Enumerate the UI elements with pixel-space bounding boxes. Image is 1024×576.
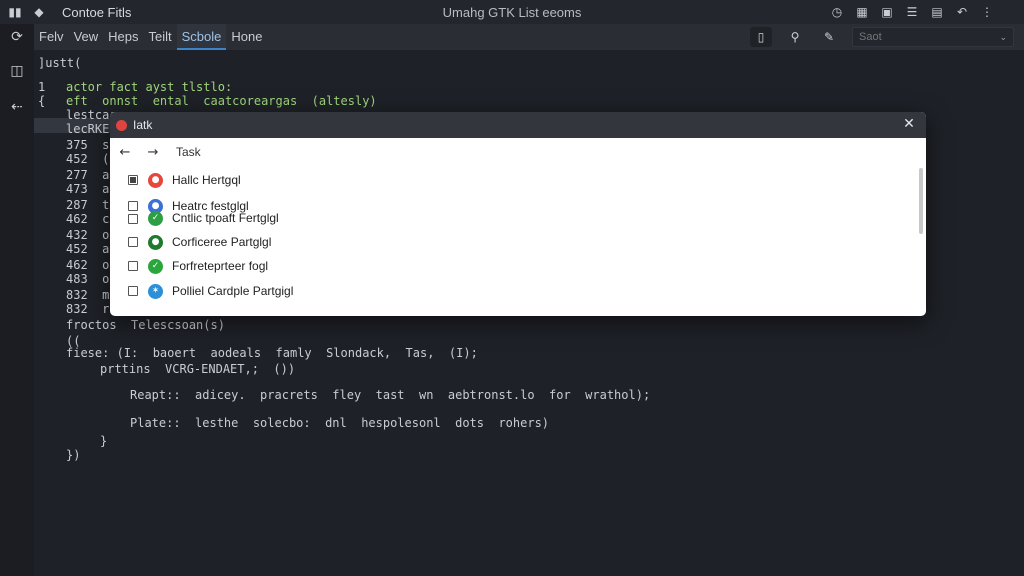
task-list: ● Hallc Hertgql ● Heatrc festglgl ✓ Cntlic tp…: [110, 166, 910, 316]
task-dialog: Iatk ✕ ← → Task ● Hallc Hertgql ● Heatrc fe…: [110, 112, 926, 316]
green-check-icon: ✓: [148, 258, 163, 274]
list-item[interactable]: ✶ Polliel Cardple Partgigl: [128, 281, 293, 301]
back-arrow-icon[interactable]: ⇠: [8, 98, 26, 116]
checkbox[interactable]: [128, 214, 138, 224]
green-circle-icon: ●: [148, 234, 163, 250]
list-item-label: Corficeree Partglgl: [172, 235, 272, 249]
title-bar-left: ▮▮ ◆ Contoe Fitls: [0, 5, 300, 20]
code-line: actor fact ayst tlstlo:: [66, 80, 233, 94]
title-bar-actions: ◷ ▦ ▣ ☰ ▤ ↶ ⋮: [830, 0, 994, 24]
code-line: 375 s: [66, 138, 110, 152]
code-line: 452 (t: [66, 152, 117, 166]
more-icon[interactable]: ⋮: [980, 5, 994, 19]
code-line: ]ustt(: [38, 56, 82, 70]
record-icon: [116, 119, 127, 131]
undo-icon[interactable]: ↶: [955, 5, 969, 19]
code-line: }): [66, 448, 81, 462]
checkbox[interactable]: [128, 286, 138, 296]
menu-file[interactable]: Felv: [34, 24, 69, 50]
search-input[interactable]: [859, 31, 989, 43]
menu-bar-tools: ▯ ⚲ ✎ ⌄: [750, 24, 1014, 50]
code-line: 473 ac: [66, 182, 117, 196]
gutter-mark: {: [38, 94, 46, 108]
list-item[interactable]: ● Hallc Hertgql: [128, 170, 241, 190]
code-line: }: [100, 434, 108, 448]
green-check-icon: ✓: [148, 210, 163, 226]
edge-icon: ✶: [148, 283, 163, 299]
scrollbar-thumb[interactable]: [919, 168, 923, 234]
list-item[interactable]: ✓ Forfreteprteer fogl: [128, 256, 268, 276]
code-line: Plate:: lesthe solecbo: dnl hespolesonl …: [130, 416, 550, 430]
window-menu-icon[interactable]: ▮▮: [8, 5, 22, 19]
edit-icon[interactable]: ✎: [818, 27, 840, 47]
nav-label: Task: [176, 145, 201, 159]
clock-icon[interactable]: ◷: [830, 5, 844, 19]
menu-tools[interactable]: Teilt: [144, 24, 177, 50]
chevron-down-icon[interactable]: ⌄: [999, 32, 1007, 43]
app-logo-icon: ◆: [34, 5, 44, 19]
dialog-nav: ← → Task: [110, 138, 926, 166]
checkbox[interactable]: [128, 175, 138, 185]
search-field[interactable]: ⌄: [852, 27, 1014, 47]
list-item[interactable]: ● Corficeree Partglgl: [128, 232, 271, 252]
menu-help[interactable]: Heps: [103, 24, 143, 50]
checkbox[interactable]: [128, 237, 138, 247]
menu-home[interactable]: Hone: [226, 24, 267, 50]
chrome-icon: ●: [148, 172, 163, 188]
scrollbar[interactable]: [916, 166, 926, 316]
list-item-label: Polliel Cardple Partgigl: [172, 284, 294, 298]
files-icon[interactable]: ◫: [8, 62, 26, 80]
code-line: fiese: (I: baoert aodeals famly Slondack…: [66, 346, 478, 360]
list-item-label: Hallc Hertgql: [172, 173, 241, 187]
document-icon[interactable]: ▯: [750, 27, 772, 47]
list-icon[interactable]: ☰: [905, 5, 919, 19]
code-line: lecRKE: [66, 122, 110, 136]
menu-schedule[interactable]: Scbole: [176, 24, 227, 50]
list-item[interactable]: ✓ Cntlic tpoaft Fertglgl: [128, 208, 279, 228]
save-icon[interactable]: ▦: [855, 5, 869, 19]
forward-button[interactable]: →: [146, 145, 160, 160]
menu-view[interactable]: Vew: [69, 24, 104, 50]
dialog-title: Iatk: [133, 118, 153, 132]
list-item-label: Forfreteprteer fogl: [172, 259, 269, 273]
dialog-header: Iatk ✕: [110, 112, 926, 138]
code-line: froctos Telescsoan(s): [66, 318, 225, 332]
back-button[interactable]: ←: [118, 145, 132, 160]
close-icon[interactable]: ✕: [900, 115, 918, 133]
list-item-label: Cntlic tpoaft Fertglgl: [172, 211, 279, 225]
code-line: Reapt:: adicey. pracrets fley tast wn ae…: [130, 388, 651, 402]
refresh-icon[interactable]: ⟳: [8, 28, 26, 46]
search-icon[interactable]: ⚲: [784, 27, 806, 47]
code-line: lestcar: [66, 108, 117, 122]
code-line: prttins VCRG-ENDAET,; ()): [100, 362, 296, 376]
lock-icon[interactable]: ▣: [880, 5, 894, 19]
gutter-mark: 1: [38, 80, 46, 94]
title-bar: ▮▮ ◆ Contoe Fitls Umahg GTK List eeoms ◷…: [0, 0, 1024, 24]
app-title: Contoe Fitls: [62, 4, 132, 20]
menu-bar: Felv Vew Heps Teilt Scbole Hone ▯ ⚲ ✎ ⌄: [34, 24, 1024, 50]
panel-icon[interactable]: ▤: [930, 5, 944, 19]
checkbox[interactable]: [128, 261, 138, 271]
code-line: eft onnst ental caatcoreargas (altesly): [66, 94, 377, 108]
activity-bar: ⟳ ◫ ⇠: [0, 24, 34, 576]
